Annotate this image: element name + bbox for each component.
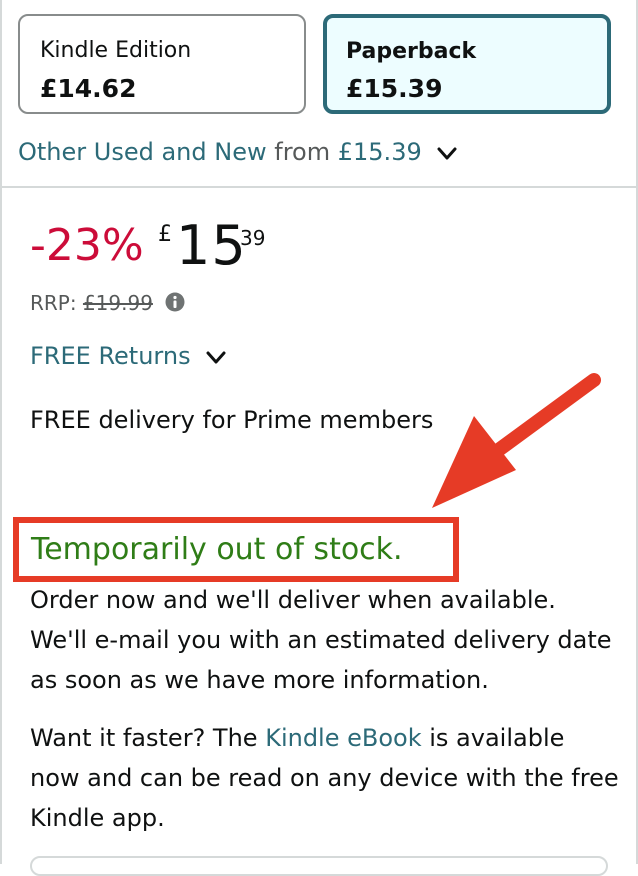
price-currency: £ — [158, 222, 172, 247]
price-whole: 15 — [176, 214, 247, 277]
other-offers-price[interactable]: £15.39 — [338, 138, 422, 166]
price-fraction: 39 — [240, 226, 266, 250]
chevron-down-icon[interactable] — [206, 343, 226, 371]
faster-prefix: Want it faster? The — [30, 724, 266, 752]
panel-left-border — [0, 0, 2, 864]
format-paperback-name: Paperback — [346, 39, 477, 64]
other-offers-row: Other Used and New from £15.39 — [18, 138, 457, 167]
format-kindle-name: Kindle Edition — [40, 38, 192, 63]
format-paperback-price: £15.39 — [346, 74, 443, 103]
other-offers-link[interactable]: Other Used and New — [18, 138, 267, 166]
stock-message: Order now and we'll deliver when availab… — [30, 586, 612, 694]
other-offers-from: from — [274, 138, 331, 166]
stock-status: Temporarily out of stock. — [31, 532, 403, 567]
next-button-edge[interactable] — [30, 856, 608, 876]
kindle-ebook-link[interactable]: Kindle eBook — [265, 724, 421, 752]
discount-percent: -23% — [30, 220, 144, 271]
format-kindle-card[interactable]: Kindle Edition £14.62 — [18, 14, 306, 114]
rrp-row: RRP: £19.99 — [30, 291, 185, 317]
rrp-value: £19.99 — [82, 291, 153, 315]
rrp-label: RRP: — [30, 291, 77, 315]
free-returns-row[interactable]: FREE Returns — [30, 342, 226, 371]
format-paperback-card[interactable]: Paperback £15.39 — [323, 14, 611, 114]
free-returns-link[interactable]: FREE Returns — [30, 342, 191, 370]
format-kindle-price: £14.62 — [40, 74, 137, 103]
faster-message: Want it faster? The Kindle eBook is avai… — [30, 718, 620, 838]
chevron-down-icon[interactable] — [437, 139, 457, 167]
delivery-message: FREE delivery for Prime members — [30, 406, 434, 434]
info-icon[interactable] — [165, 292, 185, 317]
section-divider — [0, 186, 638, 188]
